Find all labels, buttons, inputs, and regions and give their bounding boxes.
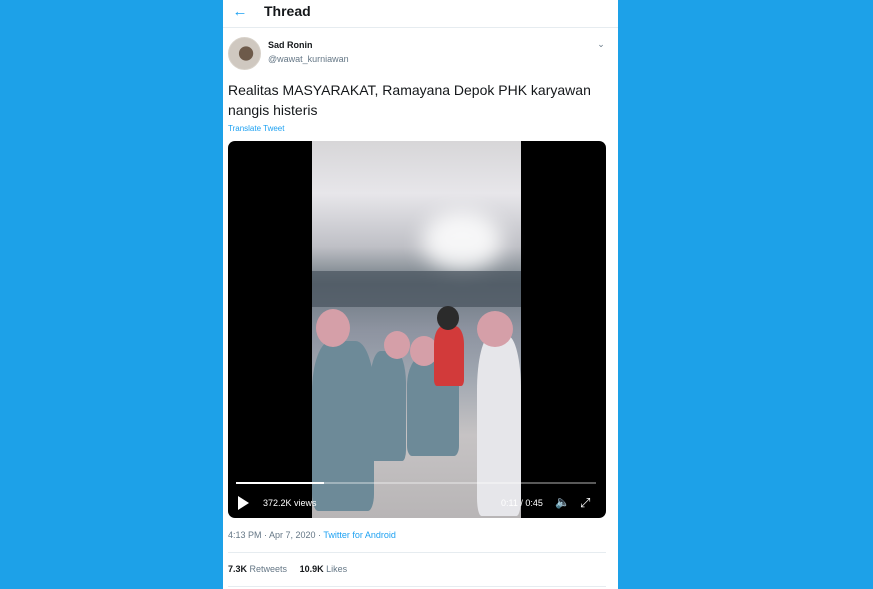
tweet-meta: 4:13 PM · Apr 7, 2020 · Twitter for Andr… [228,530,396,540]
likes-count: 10.9K [299,564,324,574]
likes-stat[interactable]: 10.9K Likes [300,564,348,574]
video-progress-bar[interactable] [236,482,596,484]
retweets-count: 7.3K [228,564,248,574]
chevron-down-icon[interactable]: ⌄ [595,38,607,50]
volume-icon[interactable]: 🔈 [555,495,573,509]
tweet-timestamp[interactable]: 4:13 PM · Apr 7, 2020 · [228,530,323,540]
tweet-source[interactable]: Twitter for Android [323,530,396,540]
tweet-stats: 7.3K Retweets 10.9K Likes [228,564,347,574]
retweets-stat[interactable]: 7.3K Retweets [228,564,287,574]
fullscreen-icon[interactable]: ⤢ [580,495,596,511]
retweets-label: Retweets [249,564,288,574]
video-views: 372.2K views [263,498,317,508]
author-handle[interactable]: @wawat_kurniawan [268,54,349,64]
tweet-text: Realitas MASYARAKAT, Ramayana Depok PHK … [228,82,591,118]
author-name[interactable]: Sad Ronin [268,40,313,50]
back-arrow-icon[interactable]: ← [231,2,249,22]
translate-tweet-link[interactable]: Translate Tweet [228,124,284,133]
thread-header: ← Thread [223,0,618,28]
video-frame [312,141,521,518]
divider [228,586,606,587]
divider [228,552,606,553]
video-time: 0:11 / 0:45 [501,498,543,508]
avatar[interactable] [228,37,261,70]
thread-panel: ← Thread Sad Ronin @wawat_kurniawan ⌄ Re… [223,0,618,589]
video-progress-fill [236,482,324,484]
video-player[interactable]: 372.2K views 0:11 / 0:45 🔈 ⤢ [228,141,606,518]
page-title: Thread [264,3,311,19]
play-icon[interactable] [238,496,249,510]
likes-label: Likes [326,564,348,574]
